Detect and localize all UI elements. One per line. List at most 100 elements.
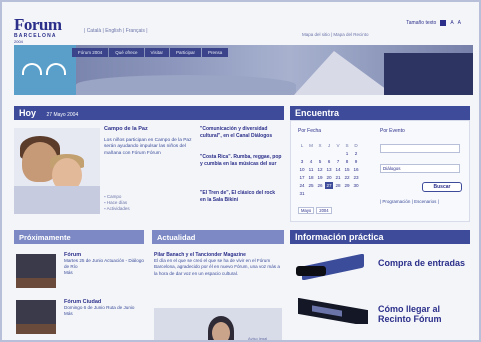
calendar-day[interactable]: 4 [307,158,315,165]
calendar-day[interactable]: 3 [298,158,306,165]
calendar-day[interactable]: 31 [298,190,306,197]
hoy-feature-title[interactable]: Campo de la Paz [104,126,192,133]
proximamente-heading: Próximamente [14,230,144,244]
calendar-day[interactable]: 30 [352,182,360,189]
hoy-feature-links: Campo Hace días Actividades [104,194,130,212]
calendar-day [298,150,306,157]
calendar-day[interactable]: 13 [325,166,333,173]
sun-logo-panel [14,45,76,95]
nav-item[interactable]: Participar [169,48,201,57]
year-select[interactable]: 2004 [316,207,332,214]
calendar-weekday: J [327,143,331,148]
feature-link[interactable]: Actividades [104,206,130,212]
encuentra-links[interactable]: | Programación | Escenarios | [380,199,439,204]
square-icon[interactable] [440,20,447,26]
calendar-day [325,150,333,157]
calendar-day[interactable]: 23 [352,174,360,181]
month-select[interactable]: Mayo [298,207,315,214]
photo-shape [14,186,100,214]
calendar-day[interactable]: 12 [316,166,324,173]
calendar-day[interactable]: 6 [325,158,333,165]
text-size-large-button[interactable]: A [458,20,461,26]
forum-logo[interactable]: Forum BARCELONA 2004 [14,16,76,44]
how-to-get-link[interactable]: Cómo llegar al Recinto Fórum [378,304,470,324]
calendar-day [334,150,342,157]
language-links[interactable]: | Català | English | Français | [84,28,148,34]
event-select[interactable] [380,144,460,153]
item-text: Martes 25 de Junio Actuación - Diálogo d… [64,258,144,269]
calendar-day[interactable]: 21 [334,174,342,181]
ticket-shape [296,266,326,276]
item-more-link[interactable]: Más [64,311,144,317]
item-text: Domingo 6 de Junio Ruta de Junio [64,305,135,310]
calendar-day[interactable]: 19 [316,174,324,181]
calendar-day[interactable]: 20 [325,174,333,181]
nav-item[interactable]: Fórum 2004 [72,48,109,57]
banner-dark-block [384,53,473,95]
text-size-small-button[interactable]: A [450,20,453,26]
info-heading: Información práctica [290,230,470,244]
buy-tickets-link[interactable]: Compra de entradas [378,258,468,268]
calendar-day[interactable]: 27 [325,182,333,189]
calendar-day[interactable]: 25 [307,182,315,189]
footer-link[interactable]: Aviso legal [248,336,267,340]
actualidad-article: Pilar Banach y el Tancionder Magazine El… [154,252,282,277]
calendar-day[interactable]: 16 [352,166,360,173]
calendar-day[interactable]: 11 [307,166,315,173]
proximamente-image[interactable] [16,300,56,334]
calendar-day[interactable]: 18 [307,174,315,181]
hoy-title: Hoy [19,108,37,118]
nav-item[interactable]: Visitar [144,48,169,57]
calendar-day[interactable]: 10 [298,166,306,173]
calendar-weekday: L [300,143,304,148]
page-frame: Forum BARCELONA 2004 | Català | English … [0,0,481,342]
calendar-day[interactable]: 2 [352,150,360,157]
calendar-day[interactable]: 1 [343,150,351,157]
photo-shape [16,278,56,288]
calendar-day[interactable]: 5 [316,158,324,165]
hoy-bullet[interactable]: "Comunicación y diversidad cultural", en… [200,126,282,139]
category-select[interactable]: Diálogos [380,164,460,173]
proximamente-item: Fórum Martes 25 de Junio Actuación - Diá… [64,252,144,276]
calendar-day[interactable]: 9 [352,158,360,165]
calendar-day [316,150,324,157]
sun-arc-icon [46,63,66,75]
text-size-tools: Tamaño texto A A [406,20,461,26]
sun-arc-icon [22,63,42,75]
nav-item[interactable]: Qué ofrece [109,48,144,57]
nav-item[interactable]: Prensa [201,48,229,57]
route-icon[interactable] [294,298,374,324]
main-nav: Fórum 2004 Qué ofrece Visitar Participar… [72,48,229,57]
hoy-photo[interactable] [14,128,100,214]
article-text: El día en el que se creó el que se ha de… [154,258,280,276]
calendar-day[interactable]: 22 [343,174,351,181]
bullet-text: "El Tren de", El clásico del rock en la … [200,190,276,203]
hoy-bullet[interactable]: "El Tren de", El clásico del rock en la … [200,190,282,203]
calendar-day[interactable]: 17 [298,174,306,181]
top-nav-links[interactable]: Mapa del sitio | Mapa del Recinto [302,32,368,37]
encuentra-heading: Encuentra [290,106,470,120]
banner-shape [76,75,296,95]
search-button[interactable]: Buscar [422,182,462,192]
calendar-day[interactable]: 24 [298,182,306,189]
calendar-day[interactable]: 28 [334,182,342,189]
calendar-day[interactable]: 26 [316,182,324,189]
proximamente-image[interactable] [16,254,56,288]
calendar-day[interactable]: 7 [334,158,342,165]
photo-shape [16,324,56,334]
item-more-link[interactable]: Más [64,270,144,276]
calendar-weekday: X [318,143,322,148]
calendar-day[interactable]: 14 [334,166,342,173]
actualidad-heading: Actualidad [152,230,284,244]
calendar-day[interactable]: 8 [343,158,351,165]
tickets-icon[interactable] [294,254,374,280]
calendar-day[interactable]: 29 [343,182,351,189]
article-headline[interactable]: Pilar Banach y el Tancionder Magazine [154,252,246,258]
text-size-label: Tamaño texto [406,20,437,26]
bullet-text: "Costa Rica". Rumba, reggae, pop y cumbi… [200,154,282,167]
proximamente-item: Fórum Ciudad Domingo 6 de Junio Ruta de … [64,299,144,317]
calendar-day [307,150,315,157]
by-date-label: Por Fecha [298,128,322,134]
hoy-bullet[interactable]: "Costa Rica". Rumba, reggae, pop y cumbi… [200,154,282,167]
calendar-day[interactable]: 15 [343,166,351,173]
